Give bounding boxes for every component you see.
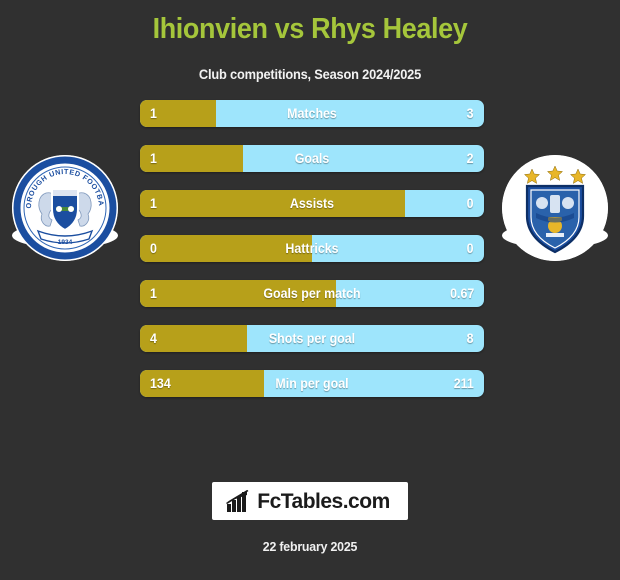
page-title: Ihionvien vs Rhys Healey <box>152 13 468 45</box>
fctables-logo-text: FcTables.com <box>257 489 390 513</box>
stat-row-hattricks: 0 Hattricks 0 <box>140 235 484 263</box>
svg-text:1934: 1934 <box>58 239 73 246</box>
stat-label: Shots per goal <box>268 331 356 347</box>
stat-row-min-per-goal: 134 Min per goal 211 <box>140 370 484 398</box>
left-team-crest: PETERBOROUGH UNITED FOOTBALL CLUB 1934 <box>12 155 118 262</box>
right-value: 2 <box>467 151 474 167</box>
right-team-crest <box>502 155 608 262</box>
stat-label: Matches <box>287 106 337 122</box>
footer-date: 22 february 2025 <box>262 539 358 554</box>
stat-label: Hattricks <box>285 241 339 257</box>
stat-row-goals: 1 Goals 2 <box>140 145 484 173</box>
stats-bar-list: 1 Matches 3 1 Goals 2 1 Assists 0 0 Hatt… <box>140 100 484 415</box>
stat-label: Goals <box>294 151 330 167</box>
peterborough-united-crest-icon: PETERBOROUGH UNITED FOOTBALL CLUB 1934 <box>12 155 118 262</box>
stat-label: Assists <box>289 196 335 212</box>
huddersfield-town-crest-icon <box>502 155 608 262</box>
right-value: 0 <box>467 196 474 212</box>
stat-row-shots-per-goal: 4 Shots per goal 8 <box>140 325 484 353</box>
bar-chart-arrow-icon <box>226 489 249 512</box>
comparison-area: PETERBOROUGH UNITED FOOTBALL CLUB 1934 <box>0 100 620 410</box>
left-crest-disc: PETERBOROUGH UNITED FOOTBALL CLUB 1934 <box>12 155 118 262</box>
fctables-logo[interactable]: FcTables.com <box>212 482 408 520</box>
right-value: 8 <box>467 331 474 347</box>
stat-row-matches: 1 Matches 3 <box>140 100 484 128</box>
right-value: 3 <box>467 106 474 122</box>
right-value: 0 <box>467 241 474 257</box>
right-crest-disc <box>502 155 608 262</box>
right-value: 211 <box>453 376 474 392</box>
page-subtitle: Club competitions, Season 2024/2025 <box>198 67 422 83</box>
stat-label: Min per goal <box>275 376 349 392</box>
stat-label: Goals per match <box>263 286 361 302</box>
stat-row-goals-per-match: 1 Goals per match 0.67 <box>140 280 484 308</box>
stat-row-assists: 1 Assists 0 <box>140 190 484 218</box>
footer: FcTables.com 22 february 2025 <box>0 482 620 580</box>
right-value: 0.67 <box>449 286 474 302</box>
